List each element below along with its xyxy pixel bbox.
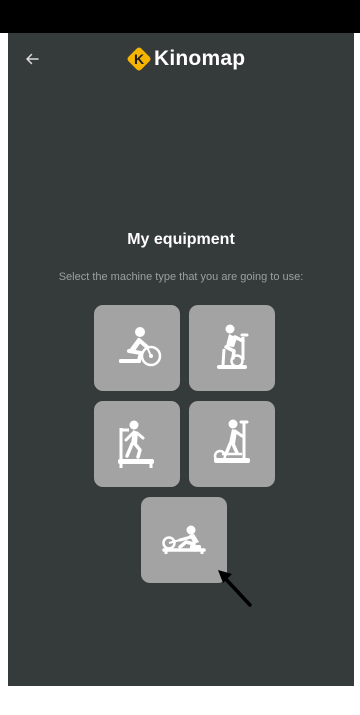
- treadmill-button[interactable]: [94, 401, 180, 487]
- svg-text:K: K: [134, 51, 144, 67]
- arrow-left-icon: [26, 53, 39, 65]
- page-title: My equipment: [127, 231, 235, 248]
- handbike-button[interactable]: [94, 305, 180, 391]
- treadmill-icon: [118, 420, 154, 468]
- frame-left: [0, 33, 8, 715]
- equipment-screen: K Kinomap My equipment Select the machin…: [8, 33, 354, 686]
- kinomap-logo: K Kinomap: [126, 43, 245, 75]
- kinomap-logo-icon: K: [127, 47, 151, 71]
- page-subtitle: Select the machine type that you are goi…: [58, 271, 304, 283]
- frame-right: [354, 33, 360, 715]
- elliptical-button[interactable]: [189, 401, 275, 487]
- pointer-arrow-icon: [218, 570, 252, 607]
- status-bar: [0, 0, 360, 33]
- logo-text: Kinomap: [154, 47, 246, 70]
- rowing-machine-icon: [162, 525, 206, 554]
- exercise-bike-icon: [217, 324, 249, 369]
- elliptical-icon: [213, 419, 250, 463]
- frame-bottom: [0, 686, 360, 715]
- handbike-icon: [119, 327, 162, 367]
- back-button[interactable]: [18, 45, 46, 73]
- exercise-bike-button[interactable]: [189, 305, 275, 391]
